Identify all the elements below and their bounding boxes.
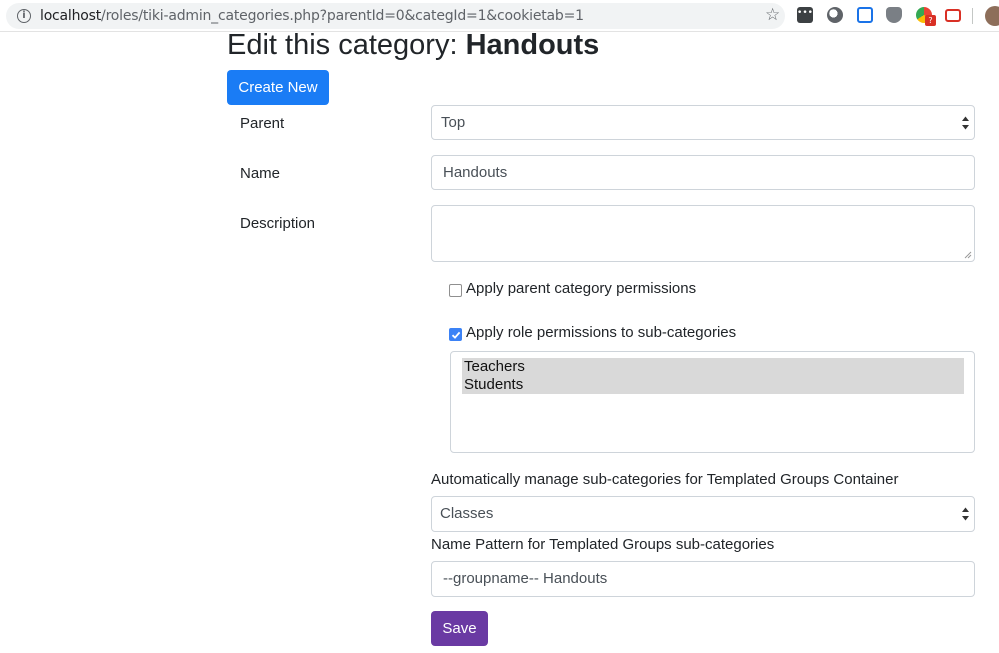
extension-window-icon[interactable]	[857, 7, 873, 23]
create-new-button[interactable]: Create New	[227, 70, 329, 105]
apply-parent-perms-checkbox[interactable]	[449, 284, 462, 297]
extension-shield-icon[interactable]	[886, 7, 902, 23]
roles-listbox[interactable]: Teachers Students	[450, 351, 975, 453]
name-pattern-input[interactable]: --groupname-- Handouts	[431, 561, 975, 597]
extension-media-icon[interactable]	[945, 9, 961, 22]
extension-circle-icon[interactable]	[827, 7, 843, 23]
extension-menu-icon[interactable]: •••	[797, 7, 813, 23]
page-title-prefix: Edit this category:	[227, 29, 458, 61]
url-text[interactable]: localhost/roles/tiki-admin_categories.ph…	[40, 8, 584, 24]
apply-role-perms-label: Apply role permissions to sub-categories	[466, 324, 737, 341]
url-path: /roles/tiki-admin_categories.php?parentI…	[101, 8, 584, 24]
name-pattern-label: Name Pattern for Templated Groups sub-ca…	[431, 536, 775, 553]
name-input-value: Handouts	[443, 164, 508, 181]
browser-toolbar: i localhost/roles/tiki-admin_categories.…	[0, 0, 999, 32]
site-info-icon[interactable]: i	[17, 9, 31, 23]
profile-avatar[interactable]	[985, 6, 999, 26]
apply-parent-perms-label: Apply parent category permissions	[466, 280, 697, 297]
apply-role-perms-checkbox[interactable]	[449, 328, 462, 341]
checkmark-icon	[451, 331, 461, 339]
toolbar-divider	[972, 8, 973, 24]
role-option-teachers[interactable]: Teachers	[462, 358, 964, 376]
name-label: Name	[240, 165, 281, 182]
select-arrows-icon	[962, 116, 969, 130]
parent-select[interactable]: Top	[431, 105, 975, 140]
name-input[interactable]: Handouts	[431, 155, 975, 190]
page-title: Edit this category: Handouts	[227, 29, 599, 62]
templated-container-label: Automatically manage sub-categories for …	[431, 471, 899, 488]
bookmark-star-icon[interactable]: ☆	[765, 5, 780, 25]
description-textarea[interactable]	[431, 205, 975, 262]
name-pattern-value: --groupname-- Handouts	[443, 570, 608, 587]
parent-select-value: Top	[441, 114, 466, 131]
parent-label: Parent	[240, 115, 285, 132]
description-label: Description	[240, 215, 316, 232]
save-button[interactable]: Save	[431, 611, 488, 646]
resize-grip-icon[interactable]	[964, 251, 972, 259]
select-arrows-icon	[962, 507, 969, 521]
templated-container-value: Classes	[440, 505, 494, 522]
extension-badge: ?	[925, 15, 936, 26]
templated-container-select[interactable]: Classes	[431, 496, 975, 532]
url-host: localhost	[40, 8, 102, 24]
role-option-students[interactable]: Students	[462, 376, 964, 394]
address-bar[interactable]: i localhost/roles/tiki-admin_categories.…	[6, 3, 785, 29]
page-title-category: Handouts	[465, 29, 600, 61]
